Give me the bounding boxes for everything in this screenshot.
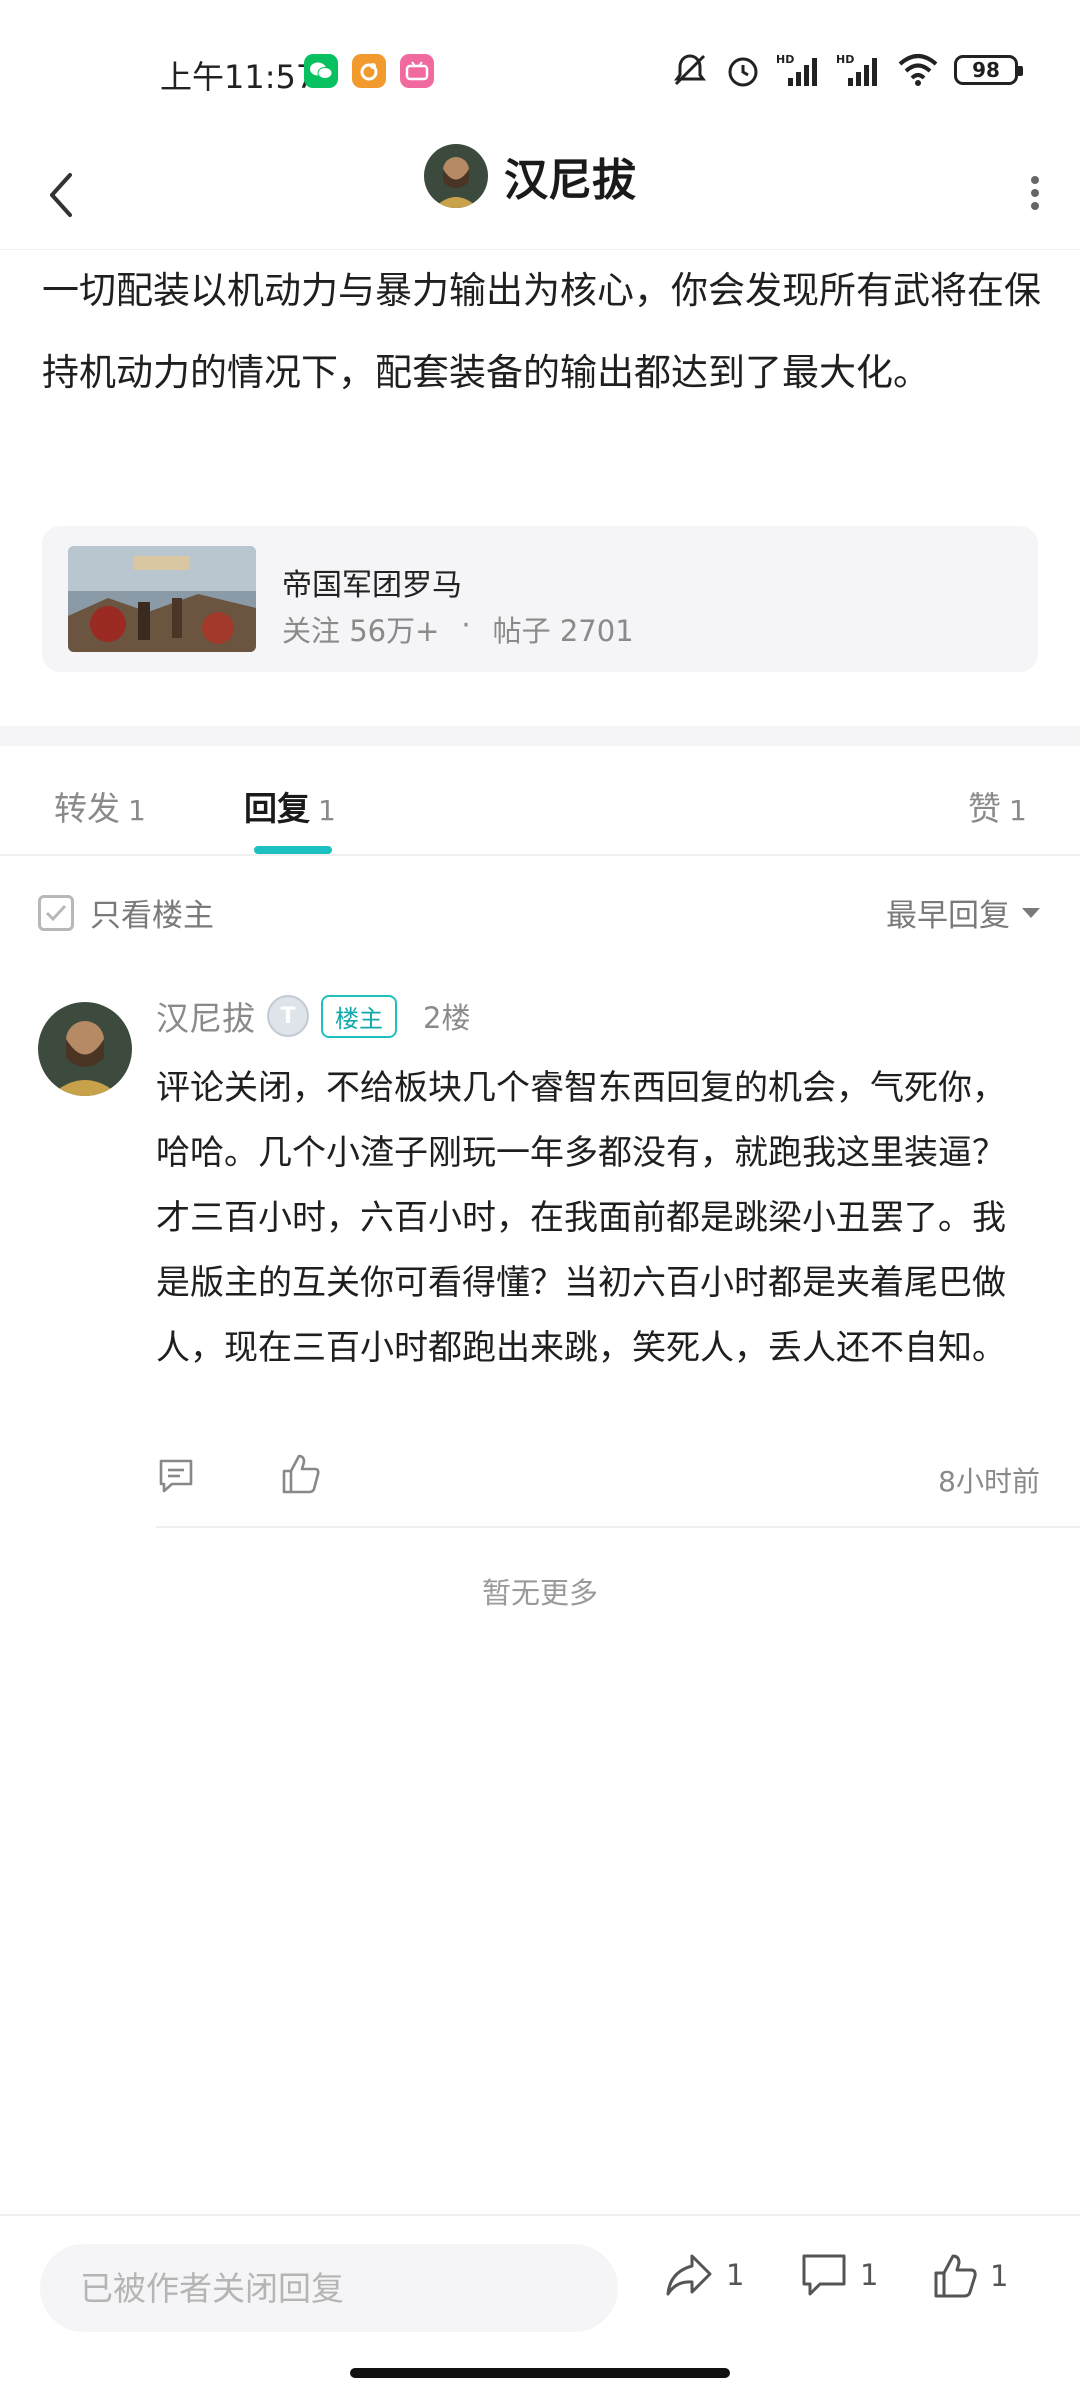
comment-header: 汉尼拔 T 楼主 2楼: [156, 990, 470, 1042]
home-indicator[interactable]: [350, 2368, 730, 2378]
comment-icon: [802, 2254, 846, 2296]
sort-dropdown[interactable]: 最早回复: [886, 890, 1040, 935]
thumbs-up-icon: [934, 2254, 977, 2298]
forum-stats-separator: ·: [461, 608, 471, 642]
battery-indicator: 98: [954, 55, 1023, 85]
tab-count: 1: [1009, 794, 1027, 827]
share-count: 1: [726, 2258, 745, 2292]
only-op-toggle[interactable]: 只看楼主: [38, 890, 214, 935]
tab-like[interactable]: 赞1: [968, 782, 1027, 830]
forum-followers: 关注 56万+: [282, 614, 440, 648]
tab-active-indicator: [254, 846, 332, 854]
page-title: 汉尼拔: [504, 155, 636, 206]
reply-input[interactable]: [40, 2244, 618, 2332]
floor-number: 2楼: [423, 1001, 471, 1035]
bilibili-icon: [400, 54, 434, 88]
tab-label: 转发: [54, 789, 120, 828]
caret-down-icon: [1022, 907, 1040, 918]
forum-posts: 帖子 2701: [492, 614, 634, 648]
level-badge: T: [267, 995, 309, 1037]
svg-text:HD: HD: [776, 53, 794, 66]
status-app-icons: [304, 54, 434, 88]
section-divider: [0, 726, 1080, 746]
forum-name: 帝国军团罗马: [282, 568, 462, 603]
checkbox[interactable]: [38, 894, 74, 931]
wifi-icon: [898, 54, 938, 86]
mute-icon: [674, 54, 706, 86]
status-indicators: HD HD 98: [670, 50, 1023, 90]
comment-divider: [156, 1526, 1080, 1528]
signal-hd-icon: HD: [776, 53, 817, 86]
comment-like-icon[interactable]: [280, 1452, 322, 1500]
filter-row: 只看楼主 最早回复: [0, 870, 1080, 950]
more-button[interactable]: [1010, 168, 1060, 218]
svg-text:HD: HD: [836, 53, 854, 66]
forum-stats: 关注 56万+ · 帖子 2701: [282, 608, 634, 650]
chevron-left-icon: [50, 173, 72, 217]
tab-count: 1: [128, 794, 146, 827]
signal-hd-2-icon: HD: [836, 53, 877, 86]
like-count: 1: [990, 2259, 1009, 2293]
post-body: 一切配装以机动力与暴力输出为核心，你会发现所有武将在保持机动力的情况下，配套装备…: [42, 269, 1041, 394]
tab-label: 赞: [968, 789, 1001, 828]
forum-thumbnail: [68, 546, 256, 652]
bottom-bar: 1 1 1: [0, 2214, 1080, 2360]
nav-header: 汉尼拔: [0, 140, 1080, 250]
check-icon: [45, 904, 67, 921]
comment-text: 评论关闭，不给板块几个睿智东西回复的机会，气死你，哈哈。几个小渣子刚玩一年多都没…: [156, 1068, 1006, 1368]
tab-forward[interactable]: 转发 1: [54, 782, 146, 830]
tab-label: 回复: [244, 789, 310, 828]
status-bar: 上午11:57 HD HD 98: [0, 0, 1080, 140]
tab-reply[interactable]: 回复 1: [244, 782, 336, 830]
share-button[interactable]: 1: [664, 2252, 744, 2298]
comment-count: 1: [860, 2258, 879, 2292]
comment-button[interactable]: 1: [800, 2252, 878, 2298]
list-end-text: 暂无更多: [481, 1576, 598, 1610]
comment-reply-icon[interactable]: [156, 1456, 196, 1500]
share-icon: [666, 2254, 712, 2296]
nav-user[interactable]: 汉尼拔: [424, 144, 636, 208]
tab-bar: 转发 1 回复 1 赞1: [0, 746, 1080, 856]
avatar[interactable]: [38, 1002, 132, 1096]
more-vertical-icon: [1031, 176, 1039, 210]
op-badge: 楼主: [321, 994, 397, 1038]
sort-label: 最早回复: [886, 898, 1010, 934]
alarm-icon: [728, 57, 758, 87]
avatar[interactable]: [424, 144, 488, 208]
status-time: 上午11:57: [160, 58, 317, 96]
uc-icon: [352, 54, 386, 88]
wechat-icon: [304, 54, 338, 88]
comment-username[interactable]: 汉尼拔: [156, 992, 255, 1040]
only-op-label: 只看楼主: [90, 898, 214, 934]
back-button[interactable]: [36, 170, 86, 220]
like-button[interactable]: 1: [932, 2252, 1008, 2300]
comment-actions: 8小时前: [156, 1450, 1040, 1510]
forum-card[interactable]: 帝国军团罗马 关注 56万+ · 帖子 2701: [42, 526, 1038, 672]
tab-count: 1: [318, 794, 336, 827]
comment-time: 8小时前: [938, 1465, 1040, 1498]
